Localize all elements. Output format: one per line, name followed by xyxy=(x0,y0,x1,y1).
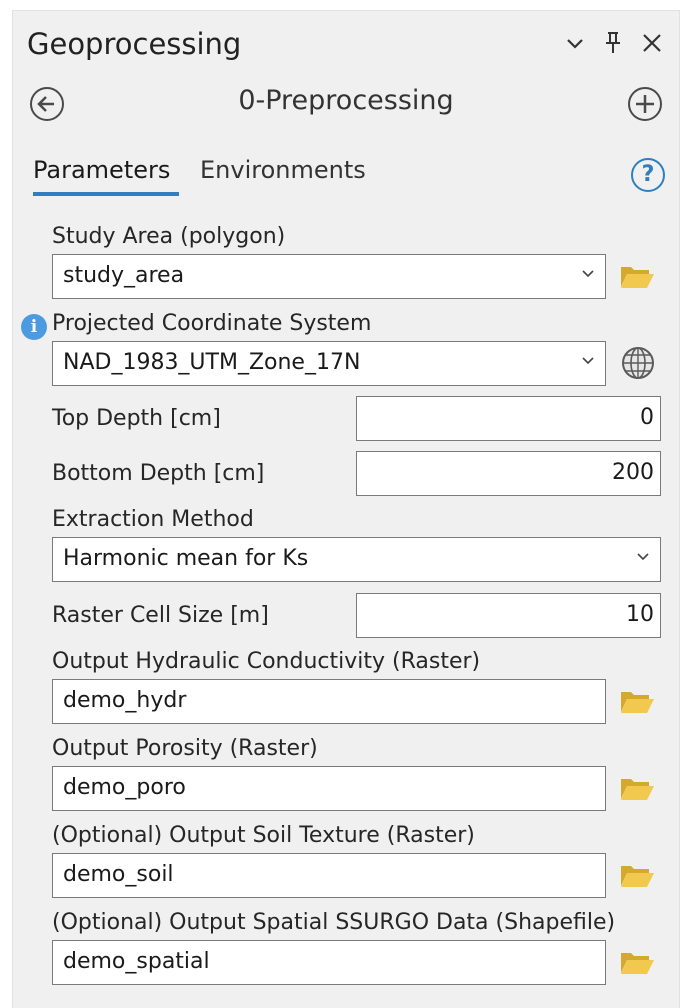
bottom-depth-value: 200 xyxy=(612,460,654,485)
study-area-label: Study Area (polygon) xyxy=(52,224,286,249)
folder-open-icon[interactable] xyxy=(619,947,655,977)
out-hydr-label: Output Hydraulic Conductivity (Raster) xyxy=(52,649,481,674)
out-soil-input[interactable]: demo_soil xyxy=(52,853,606,898)
out-poro-label: Output Porosity (Raster) xyxy=(52,736,318,761)
chevron-down-icon xyxy=(637,553,649,561)
out-poro-input[interactable]: demo_poro xyxy=(52,766,606,811)
add-button[interactable] xyxy=(628,87,662,121)
top-depth-value: 0 xyxy=(640,405,654,430)
plus-icon xyxy=(636,95,654,113)
out-hydr-input[interactable]: demo_hydr xyxy=(52,679,606,724)
coord-system-value: NAD_1983_UTM_Zone_17N xyxy=(63,350,361,375)
cell-size-label: Raster Cell Size [m] xyxy=(52,603,269,628)
top-depth-input[interactable]: 0 xyxy=(356,396,661,441)
coord-system-label: Projected Coordinate System xyxy=(52,311,372,336)
cell-size-input[interactable]: 10 xyxy=(356,593,661,638)
out-soil-label: (Optional) Output Soil Texture (Raster) xyxy=(52,823,475,848)
pin-icon[interactable] xyxy=(603,31,623,55)
folder-open-icon[interactable] xyxy=(619,686,655,716)
coord-system-dropdown[interactable]: NAD_1983_UTM_Zone_17N xyxy=(52,341,606,386)
globe-icon[interactable] xyxy=(620,345,656,381)
extraction-method-dropdown[interactable]: Harmonic mean for Ks xyxy=(52,537,661,582)
info-icon[interactable]: i xyxy=(21,314,47,340)
active-tab-indicator xyxy=(33,192,179,196)
out-spatial-input[interactable]: demo_spatial xyxy=(52,940,606,985)
out-poro-value: demo_poro xyxy=(63,775,186,800)
extraction-method-value: Harmonic mean for Ks xyxy=(63,546,309,571)
folder-open-icon[interactable] xyxy=(619,261,655,291)
tab-parameters[interactable]: Parameters xyxy=(33,156,170,184)
close-icon[interactable] xyxy=(641,32,663,54)
geoprocessing-pane: Geoprocessing 0-Preprocessing Parameters… xyxy=(12,10,680,1008)
extraction-method-label: Extraction Method xyxy=(52,507,254,532)
out-spatial-label: (Optional) Output Spatial SSURGO Data (S… xyxy=(52,910,616,935)
top-depth-label: Top Depth [cm] xyxy=(52,406,221,431)
bottom-depth-input[interactable]: 200 xyxy=(356,451,661,496)
out-soil-value: demo_soil xyxy=(63,862,174,887)
folder-open-icon[interactable] xyxy=(619,773,655,803)
study-area-value: study_area xyxy=(63,263,185,288)
pane-title: Geoprocessing xyxy=(27,27,242,61)
study-area-dropdown[interactable]: study_area xyxy=(52,254,606,299)
out-spatial-value: demo_spatial xyxy=(63,949,210,974)
bottom-depth-label: Bottom Depth [cm] xyxy=(52,461,265,486)
chevron-down-icon xyxy=(582,357,594,365)
tab-environments[interactable]: Environments xyxy=(200,156,366,184)
tool-title: 0-Preprocessing xyxy=(238,85,454,116)
folder-open-icon[interactable] xyxy=(619,860,655,890)
chevron-down-icon xyxy=(582,270,594,278)
chevron-down-icon[interactable] xyxy=(565,37,585,51)
help-button[interactable]: ? xyxy=(631,158,665,192)
cell-size-value: 10 xyxy=(626,602,654,627)
out-hydr-value: demo_hydr xyxy=(63,688,187,713)
